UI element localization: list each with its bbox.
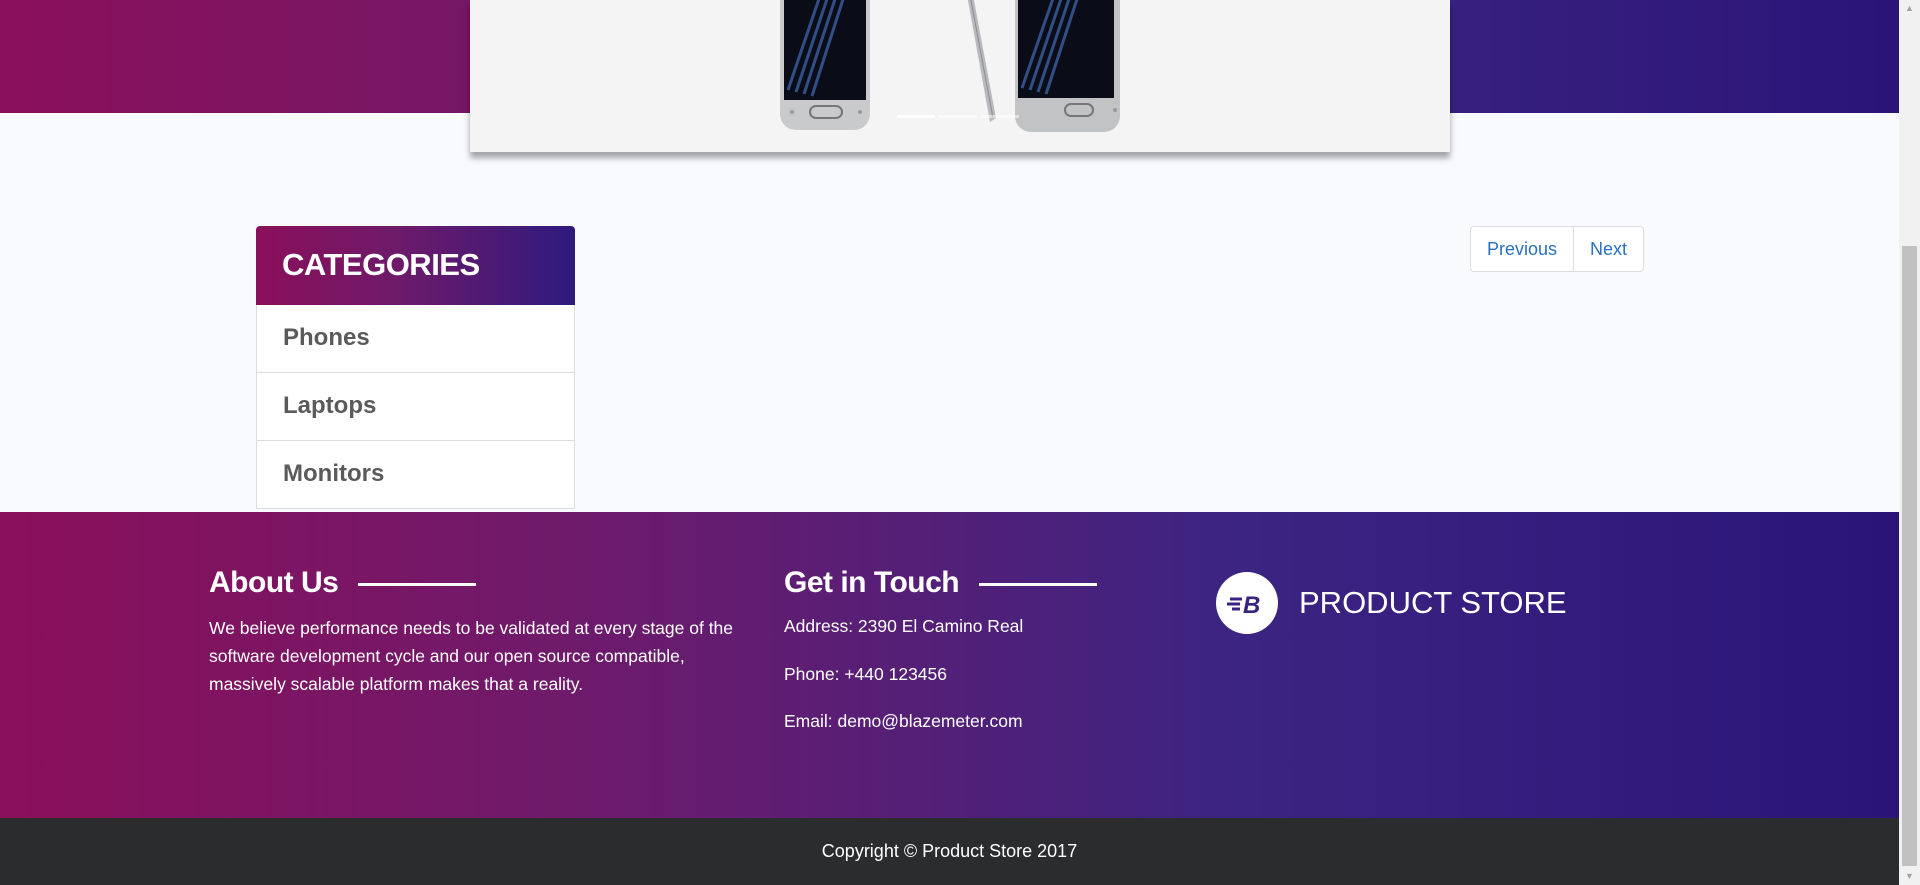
categories-panel: CATEGORIES Phones Laptops Monitors <box>256 226 575 509</box>
category-item-monitors[interactable]: Monitors <box>256 441 575 509</box>
previous-button[interactable]: Previous <box>1471 227 1573 271</box>
copyright-text: Copyright © Product Store 2017 <box>821 841 1078 861</box>
about-text: We believe performance needs to be valid… <box>209 618 734 694</box>
stylus-image <box>967 0 996 122</box>
scroll-down-arrow-icon[interactable]: ▼ <box>1899 868 1920 885</box>
pagination: Previous Next <box>1470 226 1645 272</box>
blazemeter-logo-icon: B <box>1216 572 1278 634</box>
category-item-laptops[interactable]: Laptops <box>256 373 575 441</box>
category-item-phones[interactable]: Phones <box>256 305 575 373</box>
about-heading: About Us <box>209 566 477 600</box>
contact-heading: Get in Touch <box>784 566 1098 600</box>
carousel-indicator[interactable] <box>897 115 935 118</box>
carousel-indicator[interactable] <box>939 115 977 118</box>
carousel-indicators <box>897 115 1019 118</box>
page: CATEGORIES Phones Laptops Monitors Previ… <box>0 0 1899 885</box>
carousel-slide-image <box>780 0 1120 132</box>
brand-name: PRODUCT STORE <box>1299 585 1567 620</box>
scroll-up-arrow-icon[interactable]: ▲ <box>1899 0 1920 17</box>
scrollbar-thumb[interactable] <box>1902 246 1917 866</box>
svg-text:B: B <box>1243 592 1260 618</box>
carousel-indicator[interactable] <box>981 115 1019 118</box>
heading-rule <box>979 582 1098 586</box>
contact-phone: Phone: +440 123456 <box>784 664 948 684</box>
phone-angled-image <box>1015 0 1120 132</box>
product-carousel[interactable] <box>470 0 1450 152</box>
phone-front-image <box>780 0 870 130</box>
vertical-scrollbar[interactable]: ▲ ▼ <box>1899 0 1920 885</box>
copyright-bar: Copyright © Product Store 2017 <box>0 818 1899 885</box>
next-button[interactable]: Next <box>1573 227 1643 271</box>
contact-address: Address: 2390 El Camino Real <box>784 616 1024 636</box>
about-heading-text: About Us <box>209 566 339 599</box>
heading-rule <box>358 582 477 586</box>
categories-heading[interactable]: CATEGORIES <box>256 226 575 305</box>
footer-brand: B PRODUCT STORE <box>1216 572 1567 634</box>
contact-heading-text: Get in Touch <box>784 566 960 599</box>
footer: About Us We believe performance needs to… <box>0 512 1899 818</box>
contact-email: Email: demo@blazemeter.com <box>784 711 1023 731</box>
